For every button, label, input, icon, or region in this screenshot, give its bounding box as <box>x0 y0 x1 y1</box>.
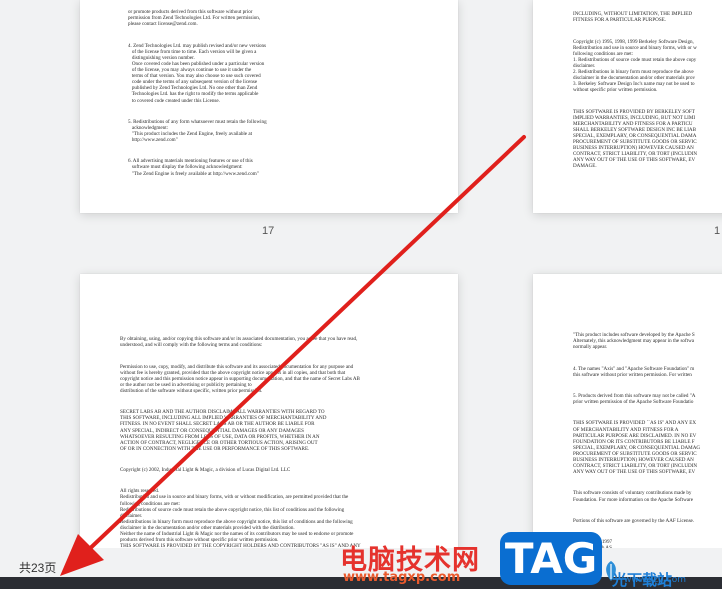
paragraph: Permission to use, copy, modify, and dis… <box>120 363 360 394</box>
paragraph: THIS SOFTWARE IS PROVIDED ``AS IS'' AND … <box>573 420 701 476</box>
paragraph: 6. All advertising materials mentioning … <box>128 158 259 177</box>
paragraph: By obtaining, using, and/or copying this… <box>120 336 358 349</box>
page-text: INCLUDING, WITHOUT LIMITATION, THE IMPLI… <box>573 0 697 185</box>
paragraph: Portions of this software are governed b… <box>573 517 695 524</box>
watermark-url: www.tagxp.com <box>343 570 461 585</box>
page-number-label: 17 <box>262 225 275 237</box>
paragraph: INCLUDING, WITHOUT LIMITATION, THE IMPLI… <box>573 11 692 24</box>
paragraph: 5. Redistributions of any form whatsoeve… <box>128 118 267 144</box>
page-number-label: 1 <box>714 225 721 237</box>
page-thumbnail-18[interactable]: INCLUDING, WITHOUT LIMITATION, THE IMPLI… <box>533 0 722 213</box>
paragraph: or promote products derived from this so… <box>128 9 261 28</box>
paragraph: SECRET LABS AB AND THE AUTHOR DISCLAIMS … <box>120 409 327 452</box>
paragraph: 4. Zend Technologies Ltd. may publish re… <box>128 42 267 104</box>
page-count-label: 共23页 <box>19 561 57 575</box>
watermark-tag-badge: TAG <box>500 532 602 585</box>
paragraph: 5. Products derived from this software m… <box>573 393 696 406</box>
watermark-site-url: www.xz7.com <box>624 575 686 585</box>
paragraph: Copyright (c) 1995, 1998, 1999 Berkeley … <box>573 38 697 94</box>
paragraph: "This product includes software develope… <box>573 332 695 351</box>
page-text: or promote products derived from this so… <box>128 0 267 192</box>
document-viewer[interactable]: or promote products derived from this so… <box>0 0 722 577</box>
paragraph: THIS SOFTWARE IS PROVIDED BY BERKELEY SO… <box>573 108 698 170</box>
paragraph: This software consists of voluntary cont… <box>573 490 693 503</box>
page-thumbnail-19[interactable]: By obtaining, using, and/or copying this… <box>80 274 458 577</box>
paragraph: 4. The names "Axis" and "Apache Software… <box>573 365 695 378</box>
paragraph: Copyright (c) 2002, Industrial Light & M… <box>120 467 291 474</box>
page-thumbnail-17[interactable]: or promote products derived from this so… <box>80 0 458 213</box>
page-text: By obtaining, using, and/or copying this… <box>120 324 361 577</box>
